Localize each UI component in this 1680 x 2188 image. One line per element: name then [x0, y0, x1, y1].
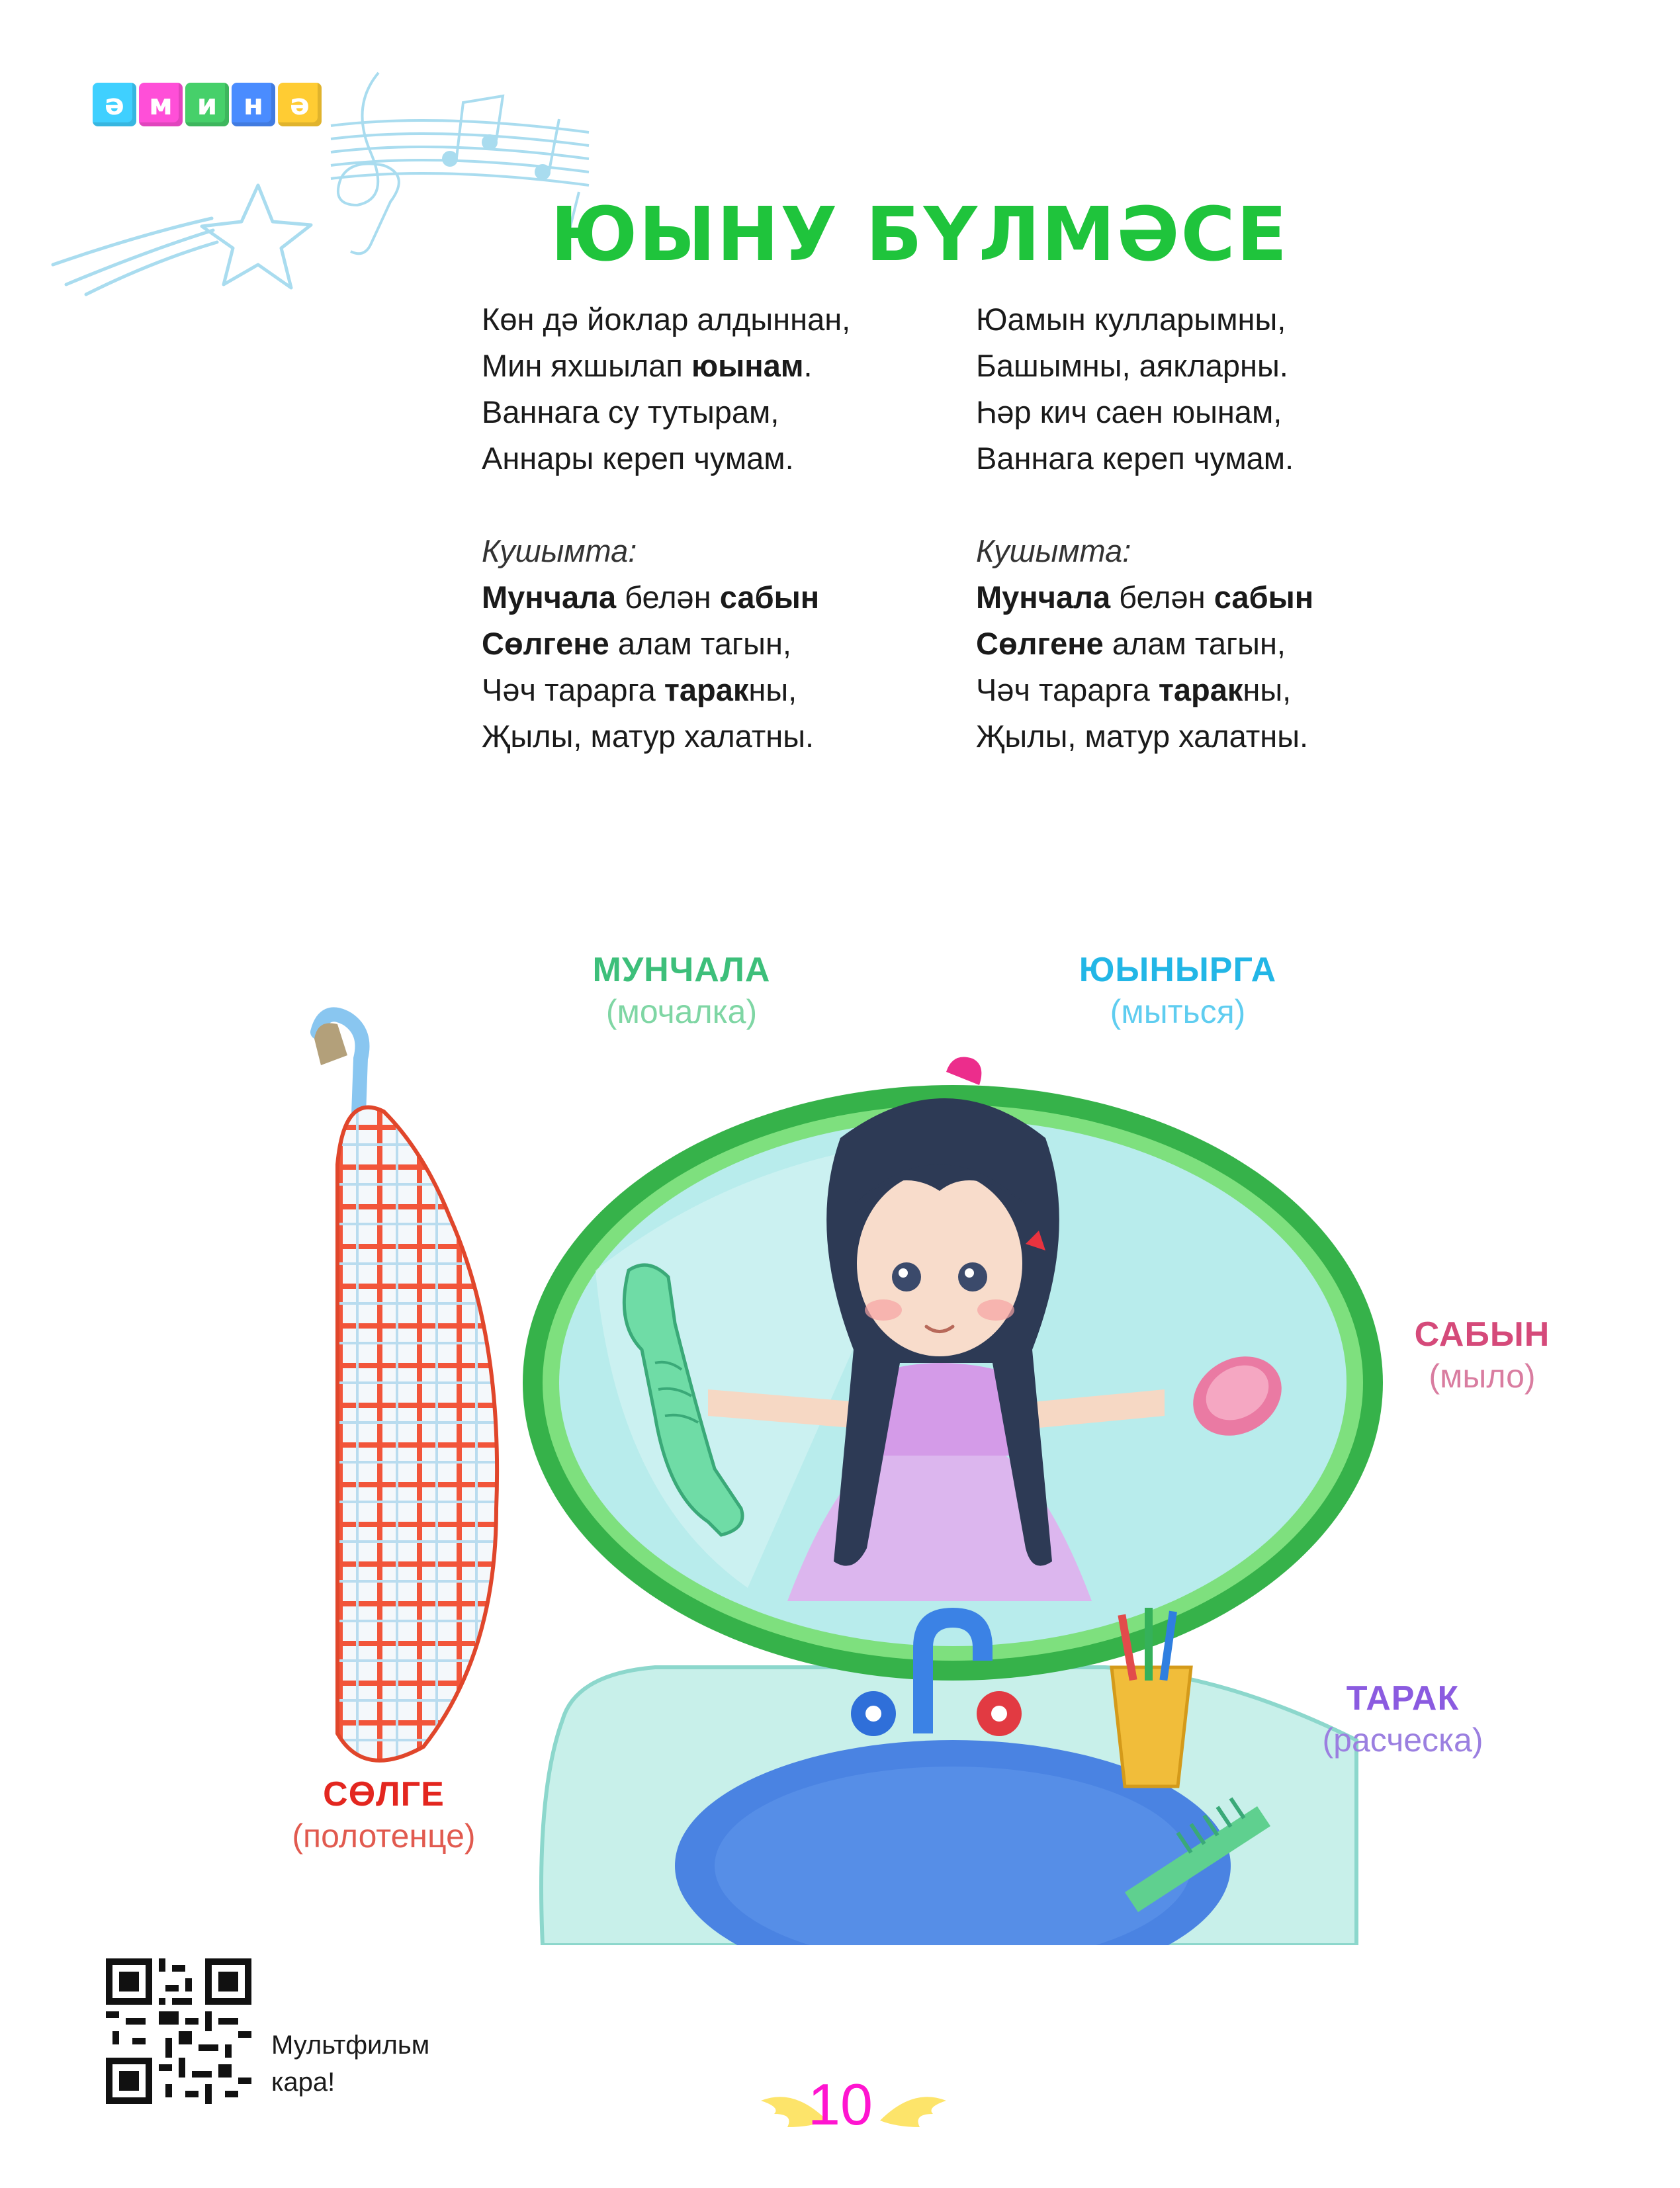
poem-line: Башымны, аякларны. [976, 348, 1288, 383]
towel-icon [335, 1105, 500, 1763]
logo-block: и [185, 83, 229, 126]
poem-line: Ваннага кереп чумам. [976, 441, 1294, 476]
label-translation: (мочалка) [605, 993, 758, 1030]
label-sabyn: САБЫН (мыло) [1317, 1313, 1648, 1397]
poem-line: Көн дә йоклар алдыннан, [482, 302, 851, 337]
chorus-line: Җылы, матур халатны. [482, 719, 815, 754]
chorus-label: Кушымта: [482, 533, 637, 568]
poem-line: Аннары кереп чумам. [482, 441, 794, 476]
chorus-line: Чәч тарарга таракны, [976, 672, 1292, 707]
poem-column-left: Көн дә йоклар алдыннан, Мин яхшылап юына… [482, 296, 945, 760]
qr-caption: Мультфильм кара! [271, 2031, 430, 2097]
poem-line: Ваннага су тутырам, [482, 394, 779, 429]
label-tarak: ТАРАК (расческа) [1237, 1677, 1568, 1761]
label-word: САБЫН [1414, 1315, 1550, 1354]
label-yuynyrga: ЮЫНЫРГА (мыться) [1012, 949, 1343, 1032]
poem-line: Юамын кулларымны, [976, 302, 1286, 337]
poem-column-right: Юамын кулларымны, Башымны, аякларны. Һәр… [976, 296, 1439, 760]
label-munchala: МУНЧАЛА (мочалка) [516, 949, 847, 1032]
page-number: 10 [808, 2072, 873, 2137]
brand-logo: ә м и н ә [93, 83, 322, 126]
poem-line: Һәр кич саен юынам, [976, 394, 1282, 429]
chorus-line: Сөлгене алам тагын, [976, 626, 1286, 661]
label-word: ТАРАК [1346, 1679, 1460, 1718]
logo-block: ә [93, 83, 136, 126]
logo-block: н [232, 83, 275, 126]
logo-block: ә [278, 83, 322, 126]
label-word: МУНЧАЛА [592, 951, 771, 989]
chorus-line: Мунчала белән сабын [482, 580, 820, 615]
label-translation: (мыться) [1110, 993, 1246, 1030]
poem-line: Мин яхшылап юынам. [482, 348, 813, 383]
chorus-line: Мунчала белән сабын [976, 580, 1314, 615]
qr-code[interactable] [106, 1958, 251, 2104]
label-word: СӨЛГЕ [323, 1775, 445, 1814]
label-translation: (мыло) [1429, 1358, 1536, 1395]
label-word: ЮЫНЫРГА [1079, 951, 1277, 989]
page-title: ЮЫНУ БҮЛМӘСЕ [550, 192, 1289, 278]
label-translation: (расческа) [1322, 1722, 1483, 1759]
label-solge: СӨЛГЕ (полотенце) [218, 1773, 549, 1857]
chorus-line: Җылы, матур халатны. [976, 719, 1309, 754]
chorus-line: Сөлгене алам тагын, [482, 626, 791, 661]
logo-block: м [139, 83, 183, 126]
label-translation: (полотенце) [292, 1817, 476, 1855]
chorus-line: Чәч тарарга таракны, [482, 672, 797, 707]
chorus-label: Кушымта: [976, 533, 1131, 568]
